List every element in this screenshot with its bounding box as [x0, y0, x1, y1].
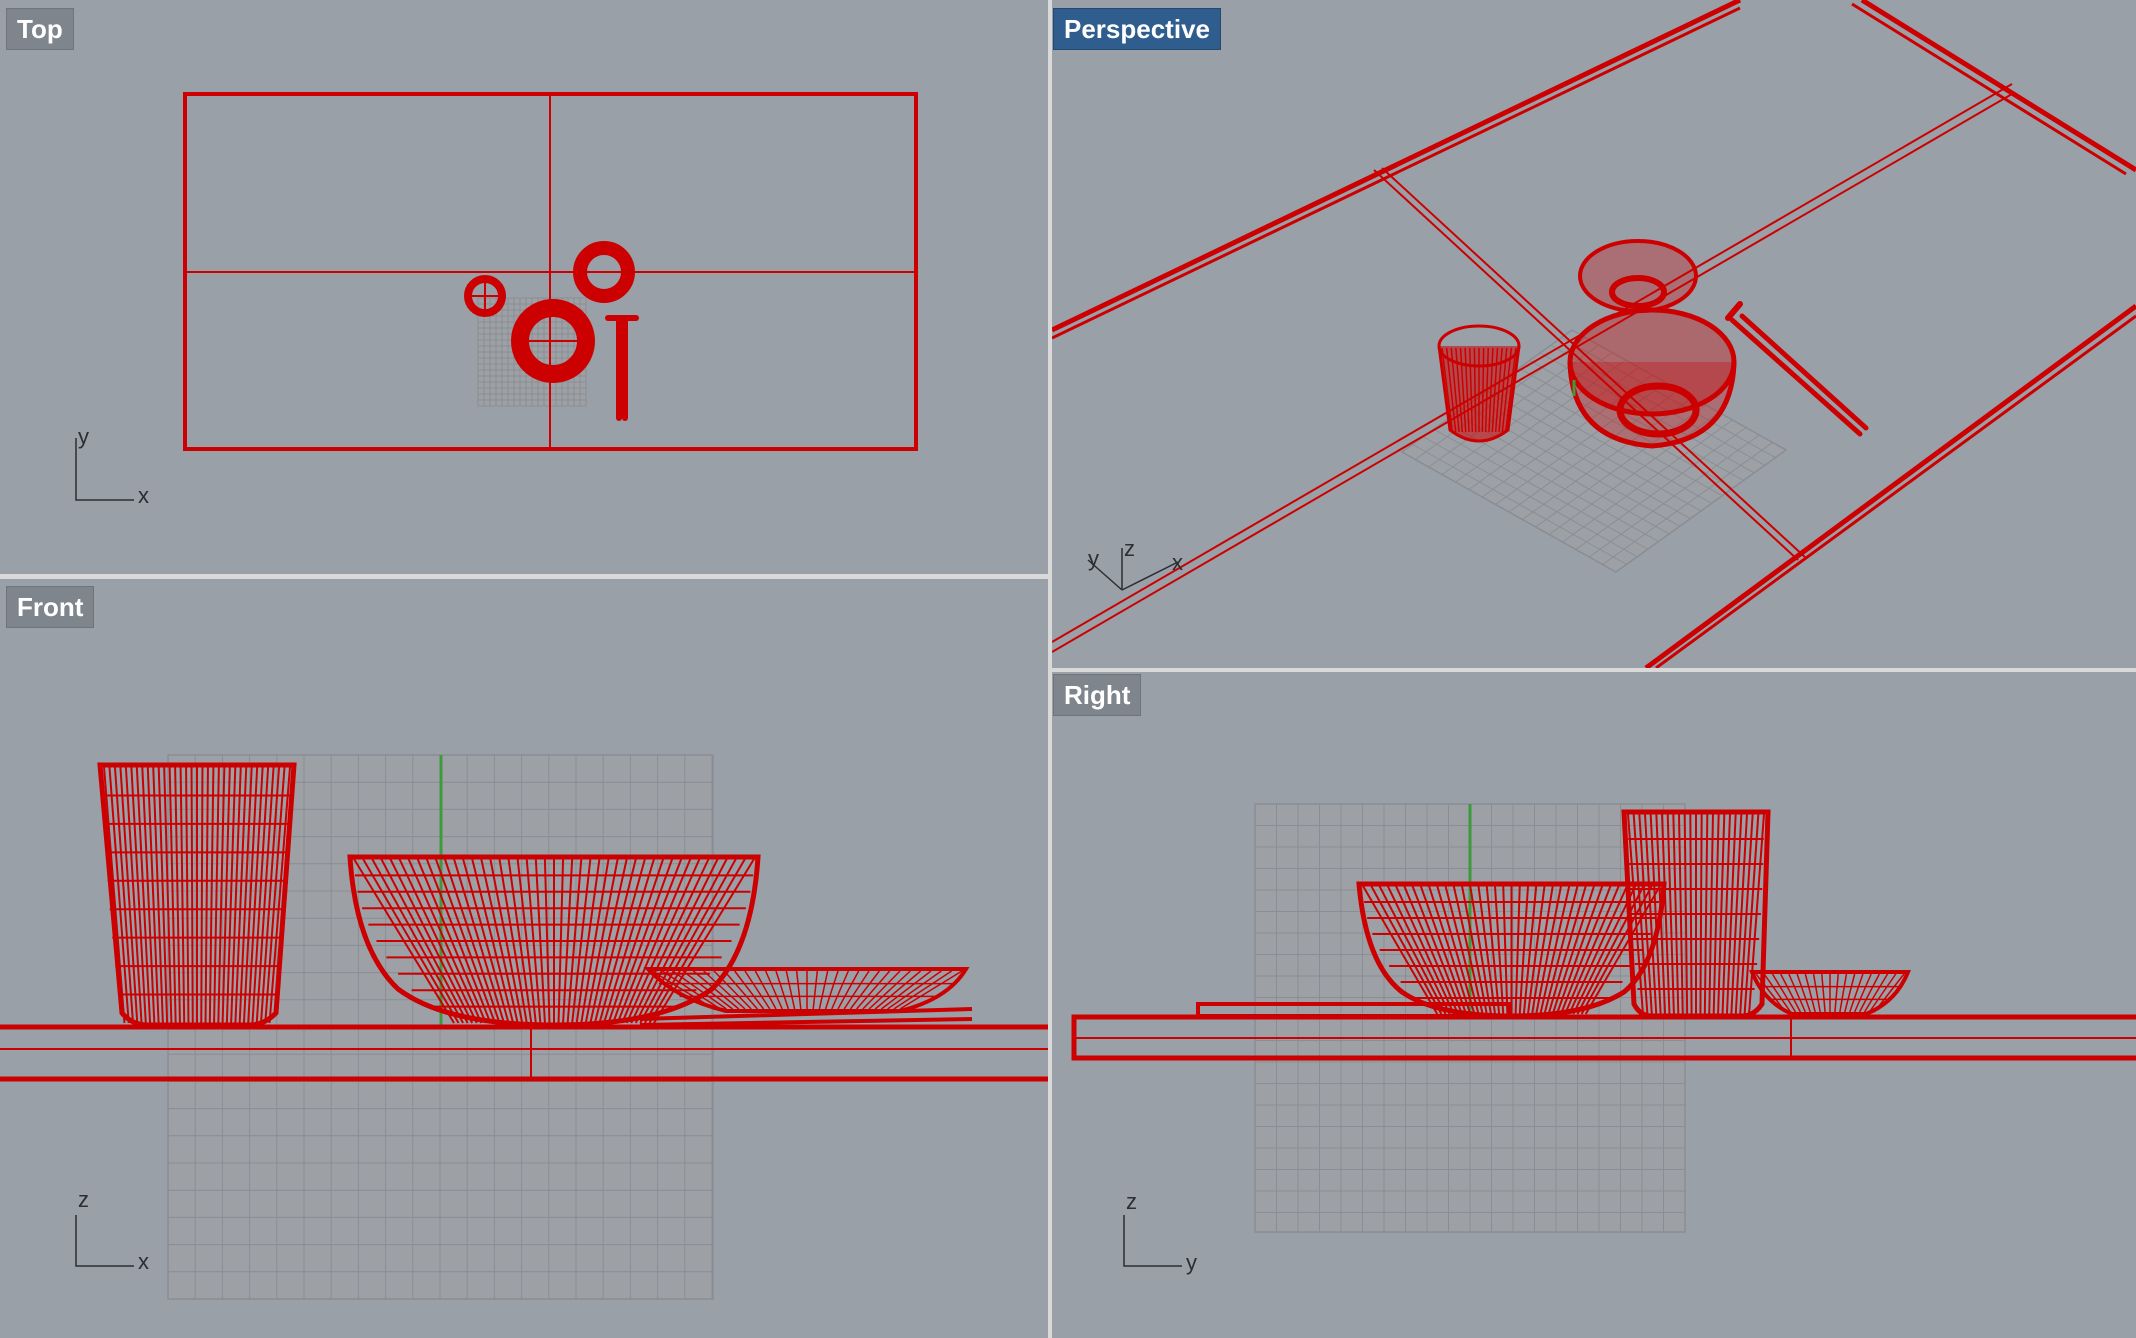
plate-right — [1749, 970, 1911, 1016]
chopsticks-perspective — [1725, 301, 1869, 437]
viewport-divider-right-horizontal[interactable] — [1052, 668, 2136, 672]
viewport-label-front[interactable]: Front — [6, 586, 95, 628]
axis-triad-icon — [1123, 1215, 1182, 1267]
axis-label-y: y — [78, 424, 89, 449]
top-view-canvas[interactable]: y x — [0, 0, 1048, 574]
viewport-perspective[interactable]: Perspective y z x — [1052, 0, 2136, 668]
rhino-viewport-layout: Top y x Perspective y z x Front z x Righ… — [0, 0, 2136, 1338]
viewport-top[interactable]: Top y x — [0, 0, 1048, 574]
axis-label-z: z — [1124, 536, 1135, 561]
chopsticks-top — [605, 315, 639, 421]
axis-label-x: x — [1172, 550, 1183, 575]
axis-label-x: x — [138, 1249, 149, 1274]
table-top-outline — [183, 92, 918, 451]
viewport-right[interactable]: Right z y — [1052, 672, 2136, 1338]
axis-label-y: y — [1088, 546, 1099, 571]
viewport-label-top[interactable]: Top — [6, 8, 74, 50]
right-view-canvas[interactable]: z y — [1052, 672, 2136, 1338]
cup-top — [464, 275, 506, 317]
axis-triad-icon — [75, 1215, 134, 1267]
axis-label-z: z — [78, 1187, 89, 1212]
perspective-view-canvas[interactable]: y z x — [1052, 0, 2136, 668]
bowl-right — [1356, 881, 1667, 1019]
front-view-canvas[interactable]: z x — [0, 579, 1048, 1338]
axis-label-x: x — [138, 483, 149, 508]
bowl-perspective — [1567, 307, 1737, 449]
viewport-label-perspective[interactable]: Perspective — [1053, 8, 1221, 50]
viewport-divider-left-horizontal[interactable] — [0, 574, 1048, 579]
cup-perspective — [1437, 324, 1521, 443]
viewport-label-right[interactable]: Right — [1053, 674, 1142, 716]
viewport-front[interactable]: Front z x — [0, 579, 1048, 1338]
plate-perspective — [1578, 239, 1698, 313]
axis-label-y: y — [1186, 1250, 1197, 1275]
axis-label-z: z — [1126, 1189, 1137, 1214]
